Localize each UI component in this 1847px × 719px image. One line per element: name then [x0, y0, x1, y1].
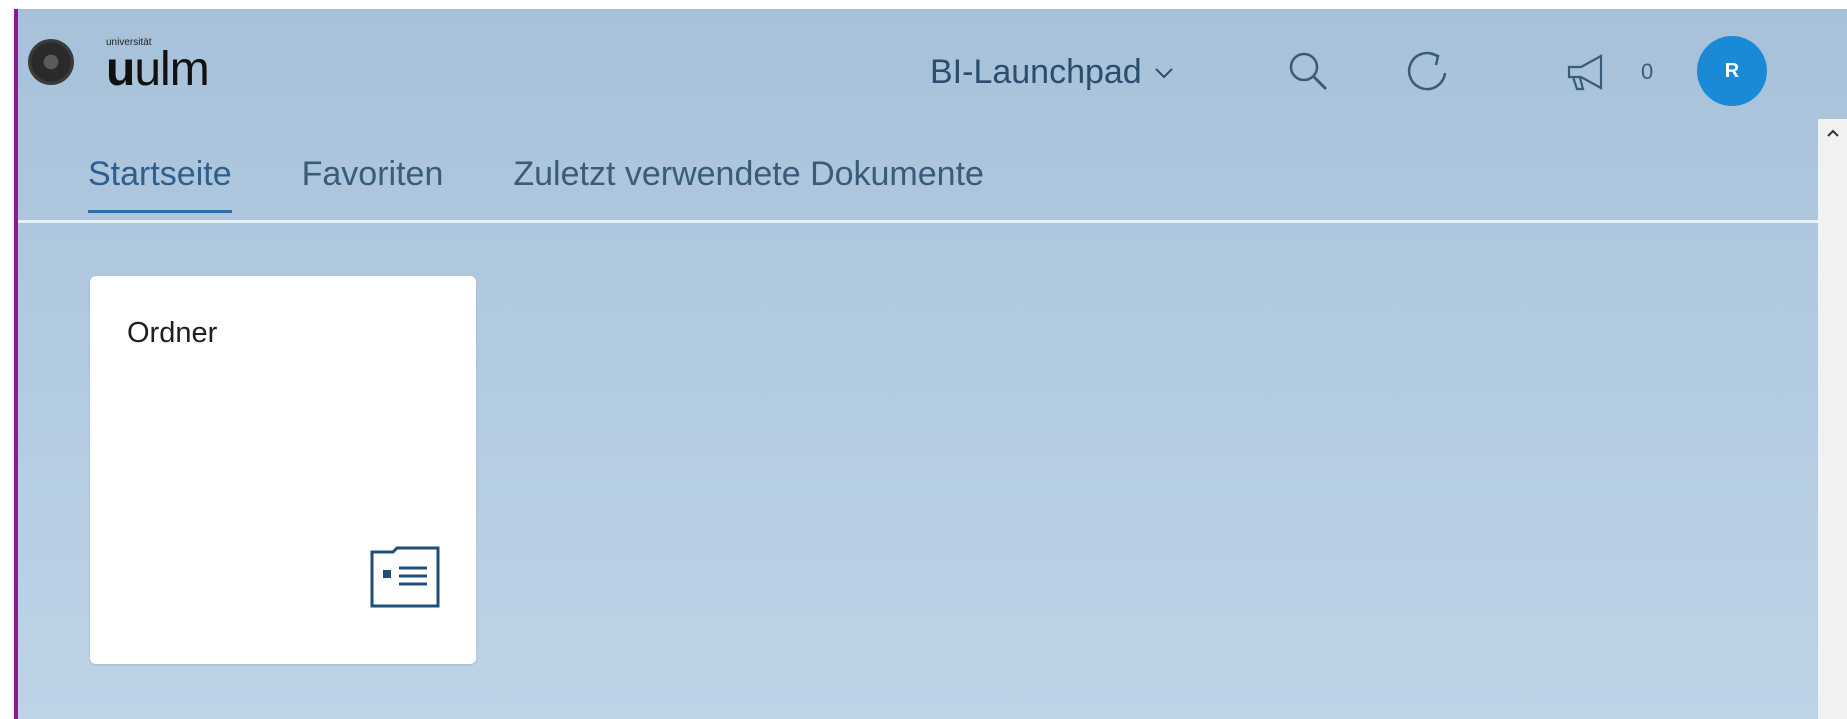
refresh-button[interactable] [1403, 47, 1453, 97]
scroll-up-button[interactable] [1818, 119, 1847, 147]
search-button[interactable] [1283, 47, 1333, 97]
chevron-down-icon [1155, 67, 1173, 78]
logo-bold-letter: u [106, 43, 135, 96]
left-edge [0, 0, 14, 719]
launchpad-app: universität uulm BI-Launchpad 0 R Starts… [18, 9, 1847, 719]
user-avatar[interactable]: R [1697, 36, 1767, 106]
top-border [0, 0, 1847, 9]
university-emblem-icon [28, 39, 74, 85]
chevron-up-icon [1826, 129, 1839, 137]
tab-favoriten[interactable]: Favoriten [302, 155, 444, 194]
tab-startseite[interactable]: Startseite [88, 155, 232, 213]
tile-ordner[interactable]: Ordner [90, 276, 476, 664]
tab-zuletzt-verwendete-dokumente[interactable]: Zuletzt verwendete Dokumente [513, 155, 984, 194]
app-title-menu[interactable]: BI-Launchpad [930, 53, 1174, 92]
tab-bar: Startseite Favoriten Zuletzt verwendete … [88, 155, 984, 213]
megaphone-icon [1567, 54, 1603, 91]
tile-title: Ordner [127, 317, 218, 349]
tab-divider [18, 220, 1818, 223]
logo-wordmark: uulm [106, 43, 210, 96]
avatar-initial: R [1724, 59, 1740, 82]
app-title: BI-Launchpad [930, 53, 1142, 91]
notification-count: 0 [1641, 59, 1654, 84]
notifications-button[interactable] [1563, 47, 1613, 97]
logo-rest: ulm [134, 43, 209, 96]
folder-card-icon [370, 546, 440, 608]
search-icon [1289, 52, 1328, 91]
vertical-scrollbar[interactable] [1818, 119, 1847, 719]
refresh-icon [1407, 51, 1447, 91]
